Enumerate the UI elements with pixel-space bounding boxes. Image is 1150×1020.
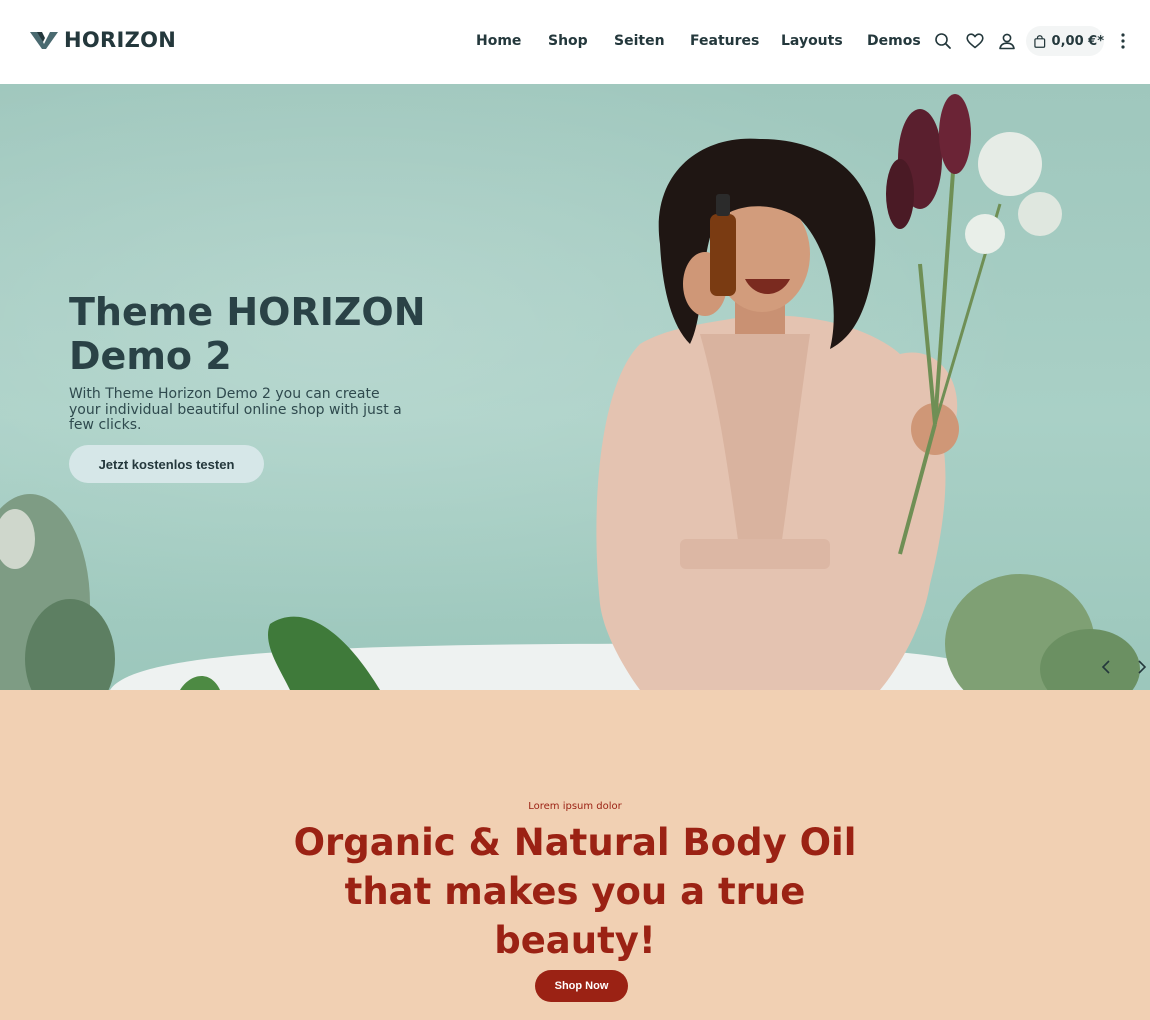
nav-item-home[interactable]: Home (476, 30, 521, 52)
search-icon (935, 33, 951, 49)
nav-item-layouts[interactable]: Layouts (781, 30, 843, 52)
nav-item-features[interactable]: Features (690, 30, 759, 52)
chevron-left-icon (1101, 660, 1110, 674)
search-button[interactable] (932, 30, 954, 52)
bag-icon (1034, 34, 1046, 48)
more-menu-button[interactable] (1112, 30, 1134, 52)
nav-item-demos[interactable]: Demos (867, 30, 921, 52)
hero-slider: Theme HORIZON Demo 2 With Theme Horizon … (0, 84, 1150, 690)
logo-mark-icon (30, 32, 58, 49)
more-icon (1121, 33, 1125, 49)
hero-cta-button[interactable]: Jetzt kostenlos testen (69, 445, 264, 483)
chevron-right-icon (1138, 660, 1147, 674)
slider-next-button[interactable] (1132, 657, 1150, 677)
promo-eyebrow: Lorem ipsum dolor (528, 801, 622, 812)
brand-name: HORIZON (64, 28, 177, 52)
cart-total: 0,00 €* (1051, 33, 1104, 49)
heart-icon (966, 33, 984, 49)
promo-section: Lorem ipsum dolor Organic & Natural Body… (0, 690, 1150, 1020)
cart-button[interactable]: 0,00 €* (1026, 26, 1104, 56)
nav-item-seiten[interactable]: Seiten (614, 30, 665, 52)
brand-logo[interactable]: HORIZON (30, 28, 176, 52)
plant-left-icon (0, 494, 380, 690)
promo-title: Organic & Natural Body Oil that makes yo… (293, 821, 857, 962)
account-button[interactable] (996, 30, 1018, 52)
nav-item-shop[interactable]: Shop (548, 30, 588, 52)
wishlist-button[interactable] (964, 30, 986, 52)
user-icon (999, 33, 1015, 50)
hero-title: Theme HORIZON Demo 2 (69, 290, 426, 378)
hero-subtitle: With Theme Horizon Demo 2 you can create… (69, 386, 402, 433)
shop-now-button[interactable]: Shop Now (535, 970, 628, 1002)
slider-prev-button[interactable] (1096, 657, 1116, 677)
site-header: HORIZON Home Shop Seiten Features Layout… (0, 0, 1150, 84)
